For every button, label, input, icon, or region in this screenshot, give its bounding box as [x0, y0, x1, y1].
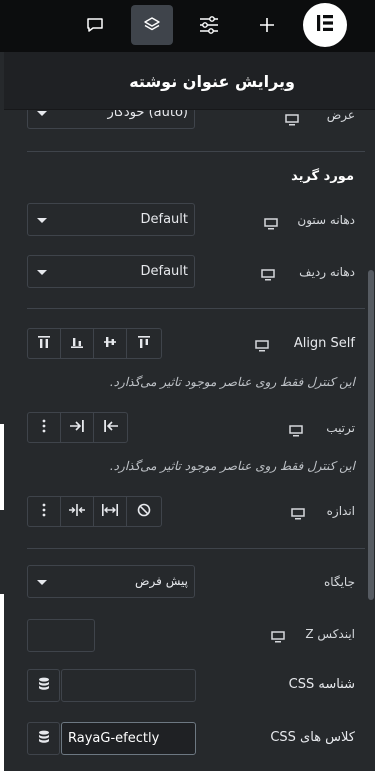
divider — [27, 151, 365, 152]
position-select[interactable]: پیش فرض — [27, 565, 195, 598]
size-more-button[interactable] — [28, 497, 61, 526]
align-self-stretch-button[interactable] — [127, 329, 160, 358]
css-classes-value: RayaG-efectly — [68, 731, 160, 746]
add-element-button[interactable] — [246, 5, 288, 45]
chevron-down-icon — [37, 580, 47, 585]
align-self-start-button[interactable] — [28, 329, 61, 358]
order-note: این کنترل فقط روی عناصر موجود تاثیر می‌گ… — [109, 459, 355, 473]
grid-item-heading: مورد گرید — [291, 169, 354, 184]
desktop-icon[interactable] — [291, 505, 305, 524]
size-grow-button[interactable] — [94, 497, 127, 526]
align-stretch-icon — [137, 334, 151, 353]
z-index-input[interactable] — [27, 619, 95, 652]
desktop-icon[interactable] — [255, 337, 269, 356]
chevron-down-icon — [37, 111, 47, 116]
site-settings-button[interactable] — [188, 5, 230, 45]
desktop-icon[interactable] — [271, 628, 285, 647]
comment-icon — [85, 15, 105, 35]
align-self-center-button[interactable] — [94, 329, 127, 358]
sliders-icon — [198, 15, 220, 35]
align-self-label: Align Self — [293, 336, 355, 351]
css-id-label: شناسه CSS — [288, 677, 355, 692]
divider — [27, 548, 365, 549]
database-icon — [38, 676, 50, 695]
position-label: جایگاه — [324, 575, 355, 589]
panel-header: ویرایش عنوان نوشته — [4, 52, 375, 110]
column-gap-select[interactable]: Default — [27, 203, 195, 236]
css-classes-dynamic-button[interactable] — [27, 722, 60, 755]
css-classes-input[interactable]: RayaG-efectly — [61, 722, 196, 755]
order-last-button[interactable] — [61, 413, 94, 442]
align-end-icon — [70, 334, 84, 353]
order-first-button[interactable] — [94, 413, 127, 442]
editor-topbar — [0, 0, 375, 52]
plus-icon — [258, 16, 276, 34]
css-classes-label: کلاس های CSS — [270, 730, 355, 745]
order-label: ترتیب — [326, 421, 355, 435]
ban-icon — [137, 502, 151, 521]
column-gap-value: Default — [140, 212, 189, 227]
align-self-end-button[interactable] — [61, 329, 94, 358]
size-group — [27, 496, 162, 527]
shrink-icon — [68, 502, 86, 521]
order-group — [27, 412, 128, 443]
align-self-note: این کنترل فقط روی عناصر موجود تاثیر می‌گ… — [109, 375, 355, 389]
position-value: پیش فرض — [135, 574, 188, 588]
grow-icon — [101, 502, 119, 521]
chevron-down-icon — [37, 218, 47, 223]
align-start-icon — [37, 334, 51, 353]
row-gap-select[interactable]: Default — [27, 255, 195, 288]
order-more-button[interactable] — [28, 413, 61, 442]
align-center-icon — [103, 334, 117, 353]
arrow-to-right-icon — [69, 418, 85, 437]
size-label: اندازه — [326, 504, 355, 518]
css-id-dynamic-button[interactable] — [27, 669, 60, 702]
structure-button[interactable] — [131, 5, 173, 45]
row-gap-value: Default — [140, 264, 189, 279]
more-vertical-icon — [42, 418, 46, 437]
column-gap-label: دهانه ستون — [297, 213, 355, 227]
database-icon — [38, 729, 50, 748]
size-none-button[interactable] — [127, 497, 160, 526]
css-id-input[interactable] — [61, 669, 196, 702]
divider — [27, 308, 365, 309]
desktop-icon[interactable] — [289, 422, 303, 441]
elementor-logo-icon — [315, 13, 335, 37]
more-vertical-icon — [42, 502, 46, 521]
align-self-group — [27, 328, 162, 359]
z-index-label: ایندکس Z — [305, 627, 355, 641]
editor-panel: ویرایش عنوان نوشته خودکار (auto) عرض مور… — [4, 52, 375, 771]
panel-scrollbar[interactable] — [368, 270, 374, 600]
comments-button[interactable] — [74, 5, 116, 45]
desktop-icon[interactable] — [261, 266, 275, 285]
row-gap-label: دهانه ردیف — [299, 265, 355, 279]
arrow-to-left-icon — [103, 418, 119, 437]
elementor-logo[interactable] — [303, 3, 347, 47]
width-label: عرض — [326, 108, 355, 122]
size-shrink-button[interactable] — [61, 497, 94, 526]
page-title: ویرایش عنوان نوشته — [129, 72, 295, 91]
chevron-down-icon — [37, 270, 47, 275]
desktop-icon[interactable] — [264, 215, 278, 234]
desktop-icon — [285, 111, 299, 130]
layers-icon — [142, 15, 162, 35]
